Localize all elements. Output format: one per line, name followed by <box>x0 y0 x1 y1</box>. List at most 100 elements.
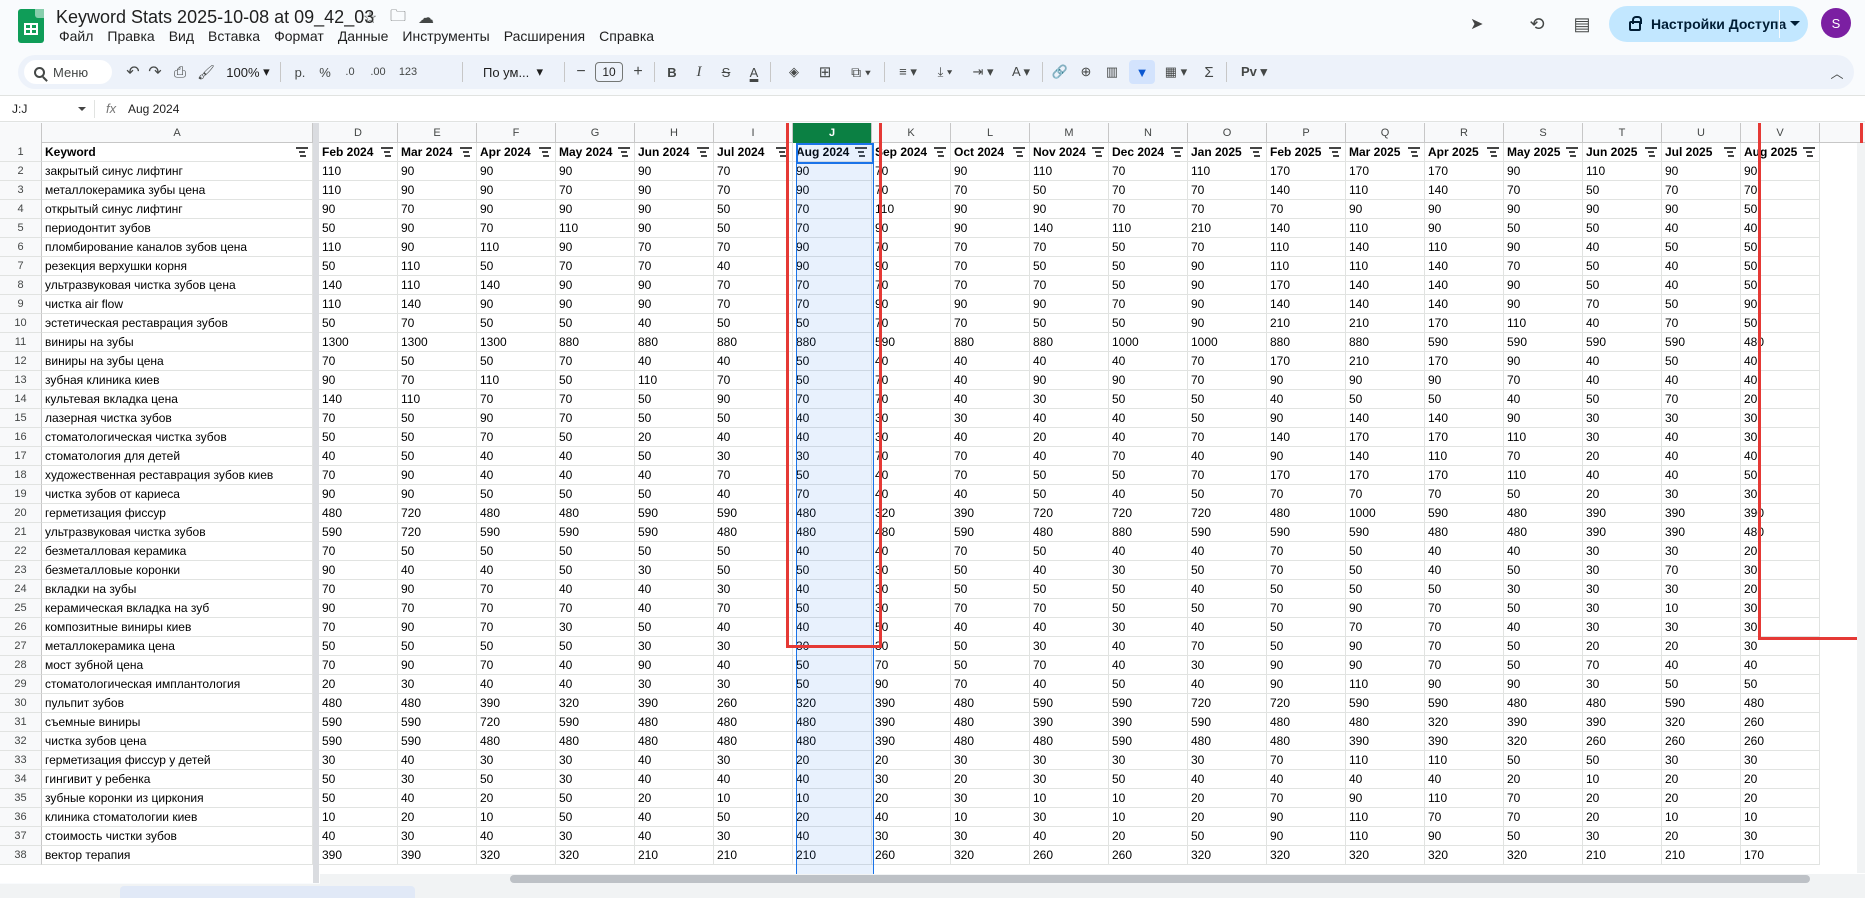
value-cell[interactable]: 320 <box>872 504 951 523</box>
font-size-decrease-button[interactable]: − <box>571 55 591 89</box>
value-cell[interactable]: 70 <box>1504 789 1583 808</box>
value-cell[interactable]: 320 <box>556 846 635 865</box>
value-cell[interactable]: 20 <box>1662 637 1741 656</box>
value-cell[interactable]: 1300 <box>319 333 398 352</box>
version-history-icon[interactable]: ⟲ <box>1524 12 1550 36</box>
value-cell[interactable]: 70 <box>1030 238 1109 257</box>
font-select[interactable]: По ум... ▾ <box>468 55 558 89</box>
keyword-cell[interactable]: зубные коронки из циркония <box>42 789 313 808</box>
functions-icon[interactable]: Σ <box>1198 55 1220 89</box>
value-cell[interactable]: 30 <box>1030 637 1109 656</box>
value-cell[interactable]: 20 <box>1030 428 1109 447</box>
value-cell[interactable]: 30 <box>714 751 793 770</box>
value-cell[interactable]: 40 <box>1662 656 1741 675</box>
value-cell[interactable]: 110 <box>1583 162 1662 181</box>
value-cell[interactable]: 70 <box>1109 181 1188 200</box>
value-cell[interactable]: 70 <box>1504 447 1583 466</box>
value-cell[interactable]: 140 <box>1267 219 1346 238</box>
value-cell[interactable]: 50 <box>319 789 398 808</box>
keyword-cell[interactable]: металлокерамика цена <box>42 637 313 656</box>
value-cell[interactable]: 720 <box>1030 504 1109 523</box>
value-cell[interactable]: 480 <box>951 713 1030 732</box>
value-cell[interactable]: 50 <box>793 656 872 675</box>
value-cell[interactable]: 30 <box>1662 580 1741 599</box>
value-cell[interactable]: 50 <box>556 314 635 333</box>
value-cell[interactable]: 90 <box>1346 789 1425 808</box>
value-cell[interactable]: 50 <box>556 789 635 808</box>
value-cell[interactable]: 30 <box>556 751 635 770</box>
value-cell[interactable]: 10 <box>1109 808 1188 827</box>
value-cell[interactable]: 50 <box>1188 827 1267 846</box>
value-cell[interactable]: 590 <box>398 732 477 751</box>
value-cell[interactable]: 70 <box>793 485 872 504</box>
value-cell[interactable]: 20 <box>477 789 556 808</box>
value-cell[interactable]: 10 <box>1030 789 1109 808</box>
value-cell[interactable]: 590 <box>319 523 398 542</box>
value-cell[interactable]: 170 <box>1425 162 1504 181</box>
keyword-cell[interactable]: металлокерамика зубы цена <box>42 181 313 200</box>
value-cell[interactable]: 70 <box>872 238 951 257</box>
value-cell[interactable]: 70 <box>635 257 714 276</box>
value-cell[interactable]: 40 <box>872 542 951 561</box>
value-cell[interactable]: 50 <box>1109 390 1188 409</box>
value-cell[interactable]: 320 <box>1662 713 1741 732</box>
value-cell[interactable]: 480 <box>951 694 1030 713</box>
value-cell[interactable]: 50 <box>793 352 872 371</box>
value-cell[interactable]: 50 <box>1030 580 1109 599</box>
value-cell[interactable]: 50 <box>477 257 556 276</box>
row-number[interactable]: 1 <box>0 143 42 162</box>
value-cell[interactable]: 40 <box>1030 352 1109 371</box>
value-cell[interactable]: 480 <box>872 523 951 542</box>
value-cell[interactable]: 70 <box>1662 561 1741 580</box>
value-cell[interactable]: 210 <box>635 846 714 865</box>
keyword-cell[interactable]: виниры на зубы цена <box>42 352 313 371</box>
value-cell[interactable]: 50 <box>1030 485 1109 504</box>
value-cell[interactable]: 70 <box>1267 561 1346 580</box>
value-cell[interactable]: 210 <box>714 846 793 865</box>
value-cell[interactable]: 260 <box>714 694 793 713</box>
value-cell[interactable]: 50 <box>319 428 398 447</box>
value-cell[interactable]: 170 <box>1741 846 1820 865</box>
value-cell[interactable]: 480 <box>556 504 635 523</box>
column-header-f[interactable]: F <box>477 123 556 143</box>
value-cell[interactable]: 30 <box>1583 675 1662 694</box>
value-cell[interactable]: 90 <box>398 656 477 675</box>
value-cell[interactable]: 90 <box>1346 656 1425 675</box>
value-cell[interactable]: 590 <box>1583 333 1662 352</box>
value-cell[interactable]: 170 <box>1425 352 1504 371</box>
value-cell[interactable]: 20 <box>1188 808 1267 827</box>
header-cell[interactable]: Sep 2024 <box>872 143 951 162</box>
value-cell[interactable]: 50 <box>1109 314 1188 333</box>
value-cell[interactable]: 70 <box>872 276 951 295</box>
value-cell[interactable]: 70 <box>951 276 1030 295</box>
row-number[interactable]: 4 <box>0 200 42 219</box>
value-cell[interactable]: 390 <box>1346 732 1425 751</box>
header-cell[interactable]: Feb 2025 <box>1267 143 1346 162</box>
value-cell[interactable]: 20 <box>1188 789 1267 808</box>
value-cell[interactable]: 30 <box>1188 656 1267 675</box>
value-cell[interactable]: 20 <box>1662 827 1741 846</box>
value-cell[interactable]: 50 <box>1425 580 1504 599</box>
value-cell[interactable]: 90 <box>793 257 872 276</box>
decrease-decimals-button[interactable]: .0 <box>338 55 362 89</box>
value-cell[interactable]: 50 <box>319 637 398 656</box>
chevron-down-icon[interactable] <box>78 107 86 111</box>
value-cell[interactable]: 90 <box>556 200 635 219</box>
value-cell[interactable]: 90 <box>635 295 714 314</box>
chevron-down-icon[interactable] <box>1790 21 1800 26</box>
value-cell[interactable]: 90 <box>1425 827 1504 846</box>
value-cell[interactable]: 50 <box>1109 466 1188 485</box>
insert-chart-icon[interactable]: ▥ <box>1101 55 1123 89</box>
value-cell[interactable]: 480 <box>1425 523 1504 542</box>
filter-dropdown-icon[interactable] <box>1724 147 1736 157</box>
strikethrough-icon[interactable]: S <box>715 55 737 89</box>
row-number[interactable]: 31 <box>0 713 42 732</box>
value-cell[interactable]: 590 <box>1109 732 1188 751</box>
value-cell[interactable]: 50 <box>556 637 635 656</box>
value-cell[interactable]: 90 <box>1030 200 1109 219</box>
value-cell[interactable]: 20 <box>319 675 398 694</box>
header-cell[interactable]: Oct 2024 <box>951 143 1030 162</box>
value-cell[interactable]: 70 <box>556 257 635 276</box>
row-number[interactable]: 29 <box>0 675 42 694</box>
value-cell[interactable]: 50 <box>1267 580 1346 599</box>
